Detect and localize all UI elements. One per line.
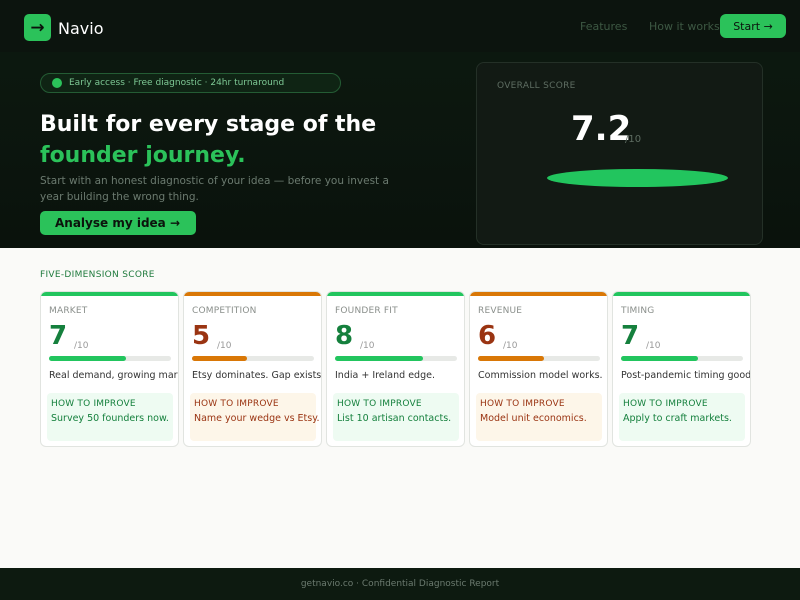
dimension-card-competition: COMPETITION 5 /10 Etsy dominates. Gap ex…: [183, 291, 322, 447]
card-denom: /10: [503, 341, 518, 351]
improve-box: HOW TO IMPROVE Name your wedge vs Etsy.: [190, 393, 320, 441]
page-footer: getnavio.co · Confidential Diagnostic Re…: [0, 568, 800, 600]
card-progress-fill: [192, 356, 247, 361]
card-label: COMPETITION: [192, 306, 257, 316]
improve-text: Model unit economics.: [480, 413, 587, 424]
card-label: MARKET: [49, 306, 88, 316]
card-score: 8: [335, 321, 354, 351]
improve-heading: HOW TO IMPROVE: [51, 399, 136, 409]
overall-score-value: 7.2: [571, 109, 632, 149]
card-progress-fill: [49, 356, 126, 361]
dimension-cards: MARKET 7 /10 Real demand, growing market…: [40, 291, 751, 447]
hero-section: → Navio Features How it works Start → Ea…: [0, 0, 800, 248]
card-accent-stripe: [327, 292, 464, 296]
nav-link-features[interactable]: Features: [580, 20, 627, 33]
card-denom: /10: [217, 341, 232, 351]
card-denom: /10: [646, 341, 661, 351]
dimension-card-revenue: REVENUE 6 /10 Commission model works. HO…: [469, 291, 608, 447]
hero-title-line1: Built for every stage of the: [40, 112, 377, 137]
card-accent-stripe: [41, 292, 178, 296]
improve-text: Apply to craft markets.: [623, 413, 732, 424]
card-label: REVENUE: [478, 306, 523, 316]
card-progress-fill: [478, 356, 544, 361]
card-label: FOUNDER FIT: [335, 306, 398, 316]
analyse-idea-button[interactable]: Analyse my idea →: [40, 211, 196, 235]
card-accent-stripe: [470, 292, 607, 296]
card-progress-track: [192, 356, 314, 361]
card-progress-track: [478, 356, 600, 361]
overall-score-label: OVERALL SCORE: [497, 81, 576, 91]
dimension-card-founder-fit: FOUNDER FIT 8 /10 India + Ireland edge. …: [326, 291, 465, 447]
card-score: 5: [192, 321, 211, 351]
improve-box: HOW TO IMPROVE Model unit economics.: [476, 393, 602, 441]
overall-score-denom: /10: [625, 134, 642, 145]
card-description: Etsy dominates. Gap exists.: [192, 370, 322, 381]
card-denom: /10: [360, 341, 375, 351]
badge-text: Early access · Free diagnostic · 24hr tu…: [69, 78, 285, 88]
card-progress-track: [335, 356, 457, 361]
nav-start-button[interactable]: Start →: [720, 14, 786, 38]
card-progress-fill: [621, 356, 698, 361]
improve-heading: HOW TO IMPROVE: [337, 399, 422, 409]
card-progress-track: [49, 356, 171, 361]
card-description: Commission model works.: [478, 370, 603, 381]
card-label: TIMING: [621, 306, 655, 316]
improve-heading: HOW TO IMPROVE: [623, 399, 708, 409]
card-denom: /10: [74, 341, 89, 351]
improve-text: Name your wedge vs Etsy.: [194, 413, 320, 424]
card-description: Post-pandemic timing good.: [621, 370, 751, 381]
arrow-right-icon[interactable]: →: [24, 14, 51, 41]
card-accent-stripe: [184, 292, 321, 296]
card-score: 7: [621, 321, 640, 351]
hero-subtitle: Start with an honest diagnostic of your …: [40, 175, 389, 203]
improve-box: HOW TO IMPROVE Survey 50 founders now.: [47, 393, 173, 441]
hero-title-line2: founder journey.: [40, 143, 246, 168]
card-progress-track: [621, 356, 743, 361]
early-access-badge: Early access · Free diagnostic · 24hr tu…: [40, 73, 341, 93]
top-nav: → Navio Features How it works Start →: [0, 0, 800, 52]
dimension-card-timing: TIMING 7 /10 Post-pandemic timing good. …: [612, 291, 751, 447]
improve-text: Survey 50 founders now.: [51, 413, 169, 424]
overall-score-bar: [547, 169, 728, 187]
dimensions-title: FIVE-DIMENSION SCORE: [40, 270, 155, 280]
improve-box: HOW TO IMPROVE Apply to craft markets.: [619, 393, 745, 441]
card-accent-stripe: [613, 292, 750, 296]
hero-title: Built for every stage of the founder jou…: [40, 109, 376, 171]
card-description: Real demand, growing market.: [49, 370, 178, 381]
dimension-card-market: MARKET 7 /10 Real demand, growing market…: [40, 291, 179, 447]
status-dot-icon: [52, 78, 62, 88]
card-progress-fill: [335, 356, 423, 361]
overall-score-card: OVERALL SCORE 7.2 /10: [476, 62, 763, 245]
card-score: 7: [49, 321, 68, 351]
brand-name[interactable]: Navio: [58, 19, 103, 38]
nav-link-how-it-works[interactable]: How it works: [649, 20, 720, 33]
card-description: India + Ireland edge.: [335, 370, 435, 381]
improve-text: List 10 artisan contacts.: [337, 413, 452, 424]
card-score: 6: [478, 321, 497, 351]
improve-heading: HOW TO IMPROVE: [194, 399, 279, 409]
improve-box: HOW TO IMPROVE List 10 artisan contacts.: [333, 393, 459, 441]
improve-heading: HOW TO IMPROVE: [480, 399, 565, 409]
